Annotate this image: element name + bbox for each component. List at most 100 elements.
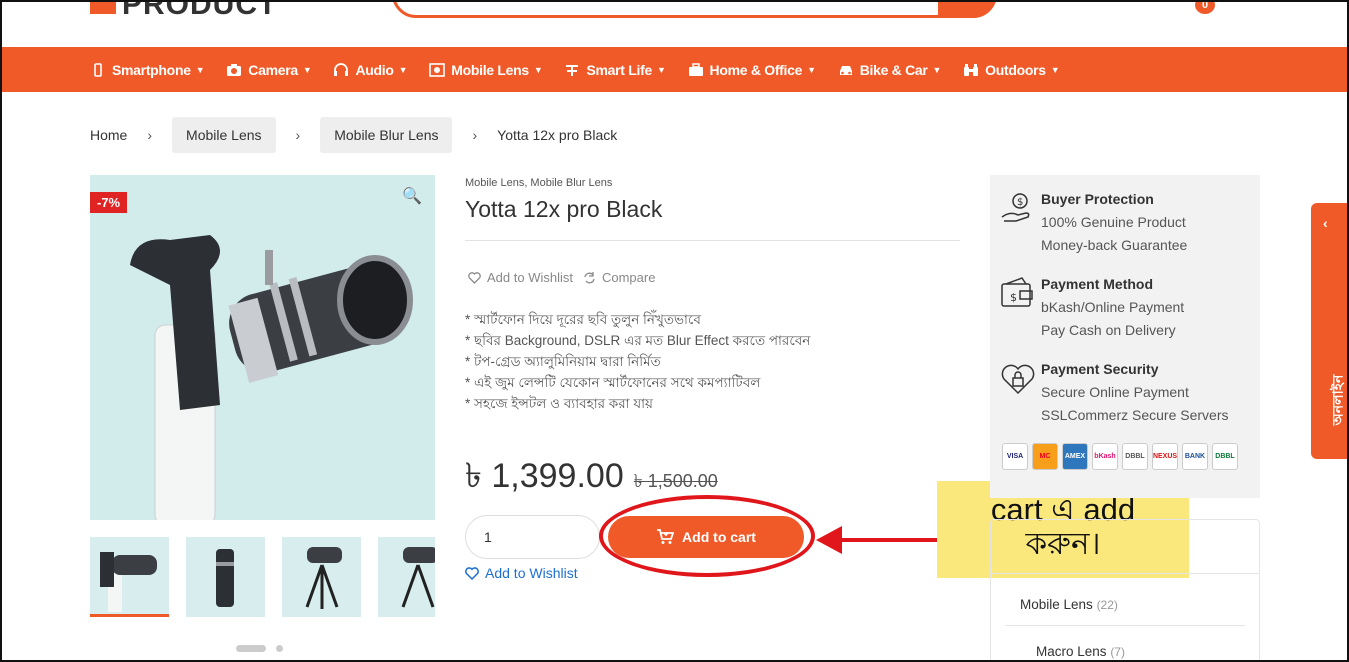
nav-label: Smart Life	[586, 61, 652, 78]
svg-text:$: $	[1010, 291, 1017, 304]
thumbnail[interactable]	[282, 537, 361, 617]
product-main-image[interactable]	[90, 175, 435, 520]
category-widget	[990, 519, 1260, 662]
briefcase-icon	[688, 62, 703, 76]
thumbnail-photo	[305, 547, 342, 609]
discount-badge: -7%	[90, 192, 128, 213]
chevron-down-icon: ▼	[656, 64, 666, 75]
zoom-icon[interactable]: 🔍	[402, 186, 422, 206]
chevron-down-icon: ▼	[1050, 64, 1060, 75]
feature-item: * স্মার্টফোন দিয়ে দূরের ছবি তুলুন নিঁখু…	[465, 312, 701, 327]
divider	[1005, 625, 1245, 626]
compare-link[interactable]: Compare	[583, 270, 655, 285]
carousel-dot-active[interactable]	[236, 645, 266, 652]
nav-item-outdoors[interactable]: Outdoors ▼	[963, 62, 1060, 78]
payment-security-line: SSLCommerz Secure Servers	[1041, 407, 1229, 423]
quantity-input[interactable]: 1	[465, 515, 600, 559]
add-to-wishlist-button[interactable]: Add to Wishlist	[465, 565, 578, 581]
chevron-down-icon: ▼	[195, 64, 205, 75]
breadcrumb-separator: ›	[147, 127, 153, 143]
breadcrumb: Home › Mobile Lens › Mobile Blur Lens › …	[90, 117, 617, 153]
chevron-down-icon: ▼	[807, 64, 816, 75]
thumbnail-strip	[90, 537, 435, 617]
chevron-down-icon: ▼	[302, 64, 312, 75]
divider	[990, 573, 1260, 574]
compare-label: Compare	[601, 270, 656, 285]
logo-mark[interactable]	[90, 0, 116, 14]
nav-item-mobile-lens[interactable]: Mobile Lens ▼	[429, 61, 543, 78]
thumbnail[interactable]	[378, 537, 435, 617]
chevron-down-icon: ▼	[932, 64, 942, 75]
search-button[interactable]	[938, 0, 997, 18]
online-side-tab[interactable]: ‹ অনলাইন	[1311, 203, 1349, 459]
side-tab-label: অনলাইন	[1329, 374, 1346, 426]
smart-life-icon	[566, 64, 579, 76]
thumbnail[interactable]	[186, 537, 265, 617]
camera-icon	[227, 63, 242, 76]
headphones-icon	[334, 62, 349, 76]
logo-text[interactable]: PRODUCT	[122, 0, 277, 22]
buyer-protection-line: Money-back Guarantee	[1041, 237, 1188, 253]
breadcrumb-mobile-lens[interactable]: Mobile Lens	[172, 117, 276, 153]
payment-logos: VISA MC AMEX bKash DBBL NEXUS BANK DBBL	[1002, 443, 1238, 470]
bkash-logo: bKash	[1092, 443, 1118, 470]
main-nav: Smartphone ▼ Camera ▼ Audio ▼ Mobile Lens ▼ …	[2, 47, 1347, 92]
nav-label: Audio	[355, 61, 394, 78]
money-hand-icon: $	[1001, 193, 1030, 222]
payment-security-line: Secure Online Payment	[1041, 384, 1189, 400]
nav-item-smart-life[interactable]: Smart Life ▼	[564, 61, 666, 78]
product-photo	[130, 235, 413, 520]
cart-count-badge[interactable]: 0	[1195, 0, 1215, 14]
category-count: (7)	[1110, 645, 1125, 659]
nav-label: Mobile Lens	[451, 61, 529, 78]
carousel-dot[interactable]	[276, 645, 283, 652]
wishlist-compare-row: Add to Wishlist Compare	[468, 270, 655, 285]
visa-logo: VISA	[1002, 443, 1028, 470]
nav-item-audio[interactable]: Audio ▼	[333, 61, 408, 78]
heart-icon	[468, 271, 481, 284]
payment-security-title: Payment Security	[1041, 361, 1159, 377]
breadcrumb-home[interactable]: Home	[90, 127, 127, 143]
payment-method-line: Pay Cash on Delivery	[1041, 322, 1176, 338]
chevron-down-icon: ▼	[533, 64, 543, 75]
product-categories[interactable]: Mobile Lens, Mobile Blur Lens	[465, 177, 612, 189]
old-price: ৳ 1,500.00	[633, 471, 718, 491]
wishlist-label: Add to Wishlist	[487, 270, 573, 285]
chevron-left-icon: ‹	[1323, 215, 1328, 231]
breadcrumb-mobile-blur-lens[interactable]: Mobile Blur Lens	[320, 117, 453, 153]
annotation-arrow	[816, 526, 940, 554]
thumbnail-photo	[216, 549, 234, 607]
breadcrumb-separator: ›	[295, 127, 301, 143]
thumbnail[interactable]	[90, 537, 169, 617]
nav-item-smartphone[interactable]: Smartphone ▼	[90, 61, 205, 78]
payment-method-line: bKash/Online Payment	[1041, 299, 1185, 315]
car-icon	[839, 65, 852, 75]
binoculars-icon	[964, 63, 979, 76]
bank-logo: BANK	[1182, 443, 1208, 470]
nav-item-home-office[interactable]: Home & Office ▼	[688, 62, 816, 78]
category-item[interactable]: Mobile Lens (22)	[1020, 597, 1118, 612]
breadcrumb-current: Yotta 12x pro Black	[497, 127, 618, 143]
thumbnail-photo	[401, 547, 435, 608]
nav-label: Smartphone	[112, 61, 191, 78]
search-input[interactable]	[392, 0, 997, 18]
category-item[interactable]: Macro Lens (7)	[1036, 644, 1125, 659]
mastercard-logo: MC	[1032, 443, 1058, 470]
nav-item-bike-car[interactable]: Bike & Car ▼	[838, 62, 941, 78]
svg-text:$: $	[1017, 197, 1023, 208]
divider	[465, 240, 960, 241]
feature-item: * ছবির Background, DSLR এর মত Blur Effec…	[465, 333, 811, 348]
lens-icon	[429, 62, 446, 77]
buyer-protection-line: 100% Genuine Product	[1041, 214, 1186, 230]
compare-icon	[584, 271, 595, 283]
highlight-oval	[599, 495, 815, 577]
thumbnail-photo	[100, 552, 157, 612]
payment-method-title: Payment Method	[1041, 276, 1154, 292]
dbbl-rocket-logo: DBBL	[1212, 443, 1238, 470]
nav-item-camera[interactable]: Camera ▼	[226, 61, 312, 78]
nexus-logo: NEXUS	[1152, 443, 1178, 470]
heart-icon	[465, 566, 479, 580]
add-to-wishlist-link[interactable]: Add to Wishlist	[468, 270, 573, 285]
buyer-protection-title: Buyer Protection	[1041, 191, 1154, 207]
nav-label: Camera	[248, 61, 298, 78]
